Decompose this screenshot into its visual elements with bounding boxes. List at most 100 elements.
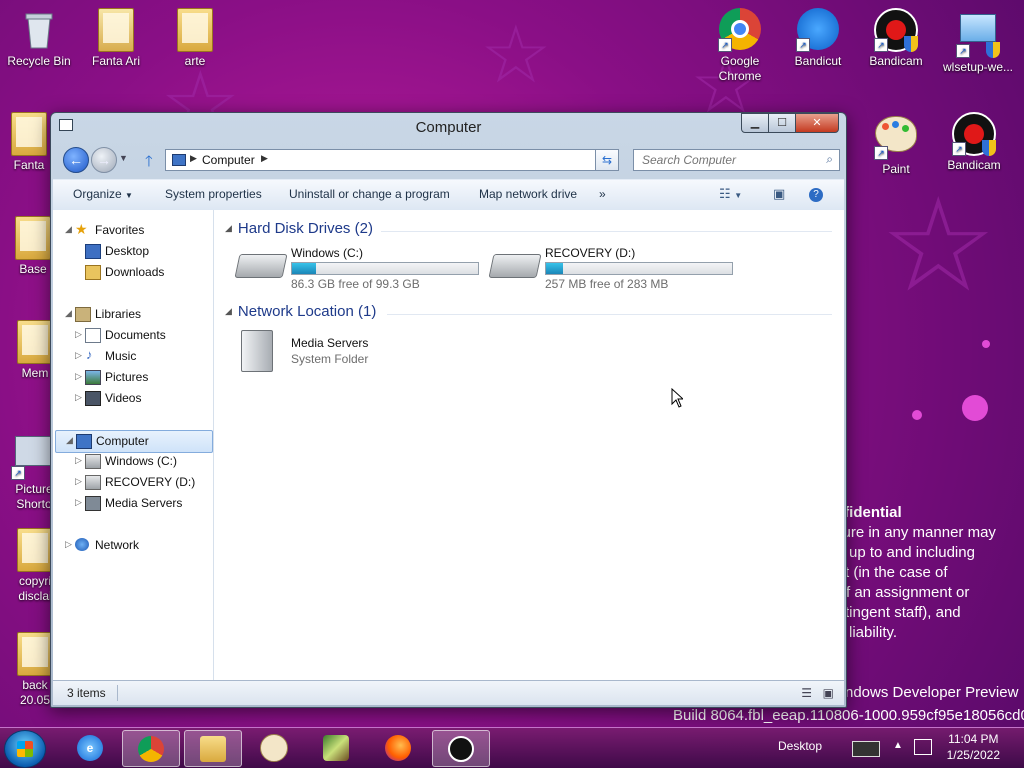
explorer-window: Computer ▁ ☐ ✕ ← → ▼ 🡑 ▶ Computer ▶ ▼ ⇆ … bbox=[50, 112, 847, 708]
search-input[interactable] bbox=[640, 150, 814, 170]
expand-arrow-icon[interactable]: ▷ bbox=[75, 476, 82, 487]
collapse-group-icon[interactable]: ◢ bbox=[225, 223, 232, 233]
expand-arrow-icon[interactable]: ◢ bbox=[65, 224, 72, 235]
desktop-icon-bandicam[interactable]: ↗ Bandicam bbox=[859, 8, 933, 69]
nav-music[interactable]: ▷ ♪ Music bbox=[53, 346, 213, 367]
nav-libraries[interactable]: ◢ Libraries bbox=[53, 304, 213, 325]
window-titlebar[interactable]: Computer ▁ ☐ ✕ bbox=[51, 113, 846, 143]
nav-windows-c[interactable]: ▷ Windows (C:) bbox=[53, 451, 213, 472]
organize-button[interactable]: Organize ▼ bbox=[73, 187, 133, 201]
desktop-icon-paint[interactable]: ↗ Paint bbox=[859, 112, 933, 177]
expand-arrow-icon[interactable]: ◢ bbox=[65, 308, 72, 319]
nav-downloads[interactable]: Downloads bbox=[53, 262, 213, 283]
desktop-icon-label: Paint bbox=[882, 162, 910, 176]
desktop-icon-label: Recycle Bin bbox=[7, 54, 71, 68]
computer-icon bbox=[76, 434, 92, 449]
expand-arrow-icon[interactable]: ▷ bbox=[65, 539, 72, 550]
bandicam-icon: ↗ bbox=[874, 8, 918, 52]
preview-pane-icon[interactable]: ▣ bbox=[773, 186, 785, 202]
expand-arrow-icon[interactable]: ▷ bbox=[75, 497, 82, 508]
drive-windows-c[interactable]: Windows (C:) 86.3 GB free of 99.3 GB bbox=[234, 246, 487, 292]
taskbar-windows-explorer[interactable] bbox=[184, 730, 242, 767]
paint-icon: ↗ bbox=[874, 116, 918, 160]
expand-arrow-icon[interactable]: ▷ bbox=[75, 392, 82, 403]
help-icon[interactable]: ? bbox=[809, 188, 823, 202]
group-header-hard-disk-drives[interactable]: ◢ Hard Disk Drives (2) bbox=[225, 220, 373, 237]
watermark-line: tingent staff), and bbox=[845, 604, 961, 621]
network-item-media-servers[interactable]: Media Servers System Folder bbox=[241, 330, 491, 376]
nav-windows-c-label: Windows (C:) bbox=[105, 454, 178, 468]
content-pane: ◢ Hard Disk Drives (2) Windows (C:) 86.3 … bbox=[221, 210, 838, 683]
explorer-client-area: ◢ ★ Favorites Desktop Downloads ◢ Librar… bbox=[53, 210, 844, 683]
desktop-icon-recycle-bin[interactable]: Recycle Bin bbox=[2, 8, 76, 69]
search-icon[interactable]: ⌕ bbox=[826, 152, 833, 167]
nav-computer[interactable]: ◢ Computer bbox=[55, 430, 213, 453]
watermark-line: liability. bbox=[849, 624, 898, 641]
nav-favorites[interactable]: ◢ ★ Favorites bbox=[53, 220, 213, 241]
network-tray-icon[interactable] bbox=[914, 739, 932, 755]
start-button[interactable] bbox=[4, 730, 46, 768]
taskbar-bandicam[interactable] bbox=[432, 730, 490, 767]
nav-recovery-d[interactable]: ▷ RECOVERY (D:) bbox=[53, 472, 213, 493]
back-button[interactable]: ← bbox=[63, 147, 89, 173]
taskbar-firefox[interactable] bbox=[370, 730, 426, 765]
navigation-bar: ← → ▼ 🡑 ▶ Computer ▶ ▼ ⇆ ⌕ bbox=[57, 147, 840, 173]
close-button[interactable]: ✕ bbox=[795, 113, 839, 133]
collapse-group-icon[interactable]: ◢ bbox=[225, 306, 232, 316]
search-box[interactable]: ⌕ bbox=[633, 149, 840, 171]
system-clock[interactable]: 11:04 PM 1/25/2022 bbox=[947, 731, 1000, 763]
desktop-icon-label: Fanta Ari bbox=[91, 54, 141, 68]
address-bar[interactable]: ▶ Computer ▶ ▼ bbox=[165, 149, 615, 171]
taskbar-paint[interactable] bbox=[246, 730, 302, 765]
nav-computer-label: Computer bbox=[96, 434, 149, 448]
breadcrumb-computer[interactable]: Computer bbox=[202, 153, 255, 167]
expand-arrow-icon[interactable]: ◢ bbox=[66, 435, 73, 446]
group-header-network-location[interactable]: ◢ Network Location (1) bbox=[225, 303, 376, 320]
expand-arrow-icon[interactable]: ▷ bbox=[75, 329, 82, 340]
nav-desktop[interactable]: Desktop bbox=[53, 241, 213, 262]
more-commands-button[interactable]: » bbox=[599, 187, 606, 201]
minimize-button[interactable]: ▁ bbox=[741, 113, 769, 133]
desktop-toolbar-label[interactable]: Desktop bbox=[778, 739, 822, 753]
expand-arrow-icon[interactable]: ▷ bbox=[75, 350, 82, 361]
details-view-icon[interactable]: ☰ bbox=[801, 686, 812, 700]
change-view-icon[interactable]: ☷ ▼ bbox=[719, 186, 742, 202]
desktop-icon-fanta-ari[interactable]: Fanta Ari bbox=[79, 8, 153, 69]
clock-date: 1/25/2022 bbox=[946, 748, 1000, 762]
up-arrow-icon[interactable]: 🡑 bbox=[145, 151, 153, 176]
show-hidden-icons-icon[interactable]: ▲ bbox=[893, 740, 903, 751]
desktop-icon-bandicam-2[interactable]: ↗ Bandicam bbox=[937, 112, 1011, 173]
nav-network[interactable]: ▷ Network bbox=[53, 535, 213, 556]
uninstall-program-button[interactable]: Uninstall or change a program bbox=[289, 187, 450, 201]
nav-media-servers[interactable]: ▷ Media Servers bbox=[53, 493, 213, 514]
drive-free-space: 257 MB free of 283 MB bbox=[545, 277, 669, 291]
nav-recovery-d-label: RECOVERY (D:) bbox=[105, 475, 196, 489]
nav-pictures[interactable]: ▷ Pictures bbox=[53, 367, 213, 388]
large-icons-view-icon[interactable]: ▣ bbox=[823, 686, 834, 700]
desktop-icon-bandicut[interactable]: ↗ Bandicut bbox=[781, 8, 855, 69]
map-network-drive-button[interactable]: Map network drive bbox=[479, 187, 577, 201]
folder-icon bbox=[11, 216, 55, 260]
maximize-button[interactable]: ☐ bbox=[768, 113, 796, 133]
breadcrumb-separator-icon[interactable]: ▶ bbox=[190, 153, 197, 164]
recent-pages-dropdown[interactable]: ▼ bbox=[119, 153, 128, 163]
desktop-icon-wlsetup[interactable]: ↗ wlsetup-we... bbox=[937, 8, 1019, 75]
star-icon: ★ bbox=[75, 221, 88, 237]
keyboard-icon[interactable] bbox=[852, 741, 880, 757]
forward-button[interactable]: → bbox=[91, 147, 117, 173]
nav-documents[interactable]: ▷ Documents bbox=[53, 325, 213, 346]
drive-recovery-d[interactable]: RECOVERY (D:) 257 MB free of 283 MB bbox=[488, 246, 741, 292]
system-properties-button[interactable]: System properties bbox=[165, 187, 262, 201]
expand-arrow-icon[interactable]: ▷ bbox=[75, 371, 82, 382]
refresh-button[interactable]: ⇆ bbox=[595, 149, 619, 171]
taskbar-internet-explorer[interactable]: e bbox=[62, 730, 118, 765]
desktop-icon-arte[interactable]: arte bbox=[158, 8, 232, 69]
expand-arrow-icon[interactable]: ▷ bbox=[75, 455, 82, 466]
taskbar-app-green[interactable] bbox=[308, 730, 364, 765]
libraries-icon bbox=[75, 307, 91, 322]
taskbar-google-chrome[interactable] bbox=[122, 730, 180, 767]
breadcrumb-separator-icon[interactable]: ▶ bbox=[261, 153, 268, 164]
desktop-icon-google-chrome[interactable]: ↗ Google Chrome bbox=[703, 8, 777, 84]
watermark-line: sure in any manner may bbox=[835, 524, 996, 541]
nav-videos[interactable]: ▷ Videos bbox=[53, 388, 213, 409]
